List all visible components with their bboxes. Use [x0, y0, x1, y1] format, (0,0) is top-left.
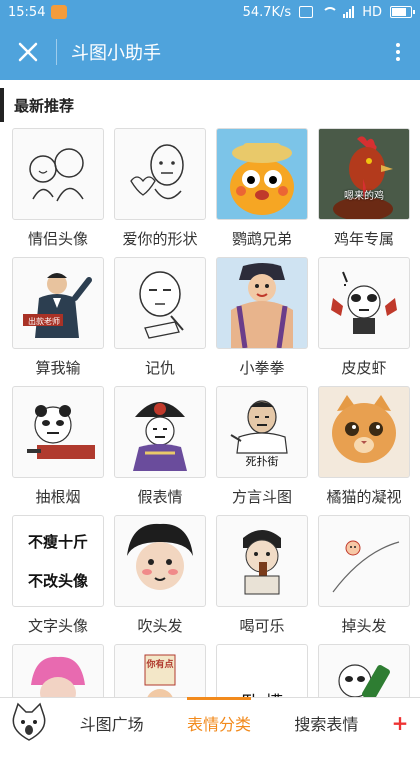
sticker-thumb-shrimp[interactable] [318, 257, 410, 349]
sticker-label: 记仇 [144, 359, 175, 377]
sticker-thumb-text-avatar[interactable]: 不瘦十斤 不改头像 [12, 515, 104, 607]
sticker-item[interactable]: 皮皮虾 [318, 257, 410, 386]
rooster-caption: 嗯来的鸡 [344, 191, 384, 202]
rooster-image-icon [319, 129, 409, 219]
sticker-item[interactable]: 吹头发 [114, 515, 206, 644]
sticker-label: 喝可乐 [239, 617, 285, 635]
hair-loss-drawing-icon [332, 540, 400, 593]
sticker-thumb-smoke[interactable] [12, 386, 104, 478]
section-accent-bar [0, 88, 4, 122]
sticker-item[interactable]: 爱你的形状 [114, 128, 206, 257]
sticker-thumb-couple[interactable] [12, 128, 104, 220]
signal-icon [343, 6, 355, 18]
sticker-label: 橘猫的凝视 [326, 488, 402, 506]
panda-shrimp-image-icon [331, 271, 397, 334]
title-divider [56, 39, 57, 65]
sticker-thumb-rooster[interactable]: 嗯来的鸡 [318, 128, 410, 220]
sticker-item[interactable]: 死扑街 方言斗图 [216, 386, 308, 515]
cola-image-icon [243, 530, 281, 595]
section-title: 最新推荐 [14, 96, 75, 115]
sticker-thumb-orange-cat[interactable] [318, 386, 410, 478]
sticker-label: 假表情 [137, 488, 183, 506]
app-bar: 斗图小助手 [0, 24, 420, 80]
status-bar: 15:54 54.7K/s HD [0, 0, 420, 24]
section-header: 最新推荐 [0, 88, 420, 122]
sticker-label: 皮皮虾 [341, 359, 387, 377]
sticker-item[interactable]: 记仇 [114, 257, 206, 386]
sticker-thumb-fake-face[interactable] [114, 386, 206, 478]
speaker-image-icon [23, 273, 92, 338]
close-button[interactable] [0, 24, 56, 80]
text-avatar-line-1: 不瘦十斤 [27, 533, 88, 551]
tab-search-sticker[interactable]: 搜索表情 [273, 698, 380, 748]
sticker-thumb-love-shape[interactable] [114, 128, 206, 220]
add-button[interactable]: + [380, 711, 420, 735]
alarm-icon [299, 6, 314, 18]
love-shape-drawing-icon [130, 144, 184, 200]
sticker-label: 爱你的形状 [122, 230, 198, 248]
fake-face-image-icon [133, 402, 187, 471]
sticker-thumb-i-lose[interactable]: 出款老师 [12, 257, 104, 349]
sticker-item[interactable]: 出款老师 算我输 [12, 257, 104, 386]
sticker-item[interactable]: 掉头发 [318, 515, 410, 644]
sticker-label: 小拳拳 [239, 359, 285, 377]
panda-smoke-image-icon [27, 405, 95, 459]
parrot-image-icon [230, 143, 294, 215]
sticker-label: 掉头发 [341, 617, 387, 635]
tab-sticker-category[interactable]: 表情分类 [165, 696, 272, 748]
sticker-thumb-blow-hair[interactable] [114, 515, 206, 607]
sticker-thumb-hair-loss[interactable] [318, 515, 410, 607]
more-dot-icon [396, 43, 400, 47]
sticker-item[interactable]: 喝可乐 [216, 515, 308, 644]
network-speed: 54.7K/s [242, 4, 292, 20]
status-time: 15:54 [8, 4, 46, 20]
cat-logo-icon [12, 702, 46, 741]
sticker-thumb-grudge[interactable] [114, 257, 206, 349]
sticker-thumb-parrot[interactable] [216, 128, 308, 220]
sticker-item[interactable]: 嗯来的鸡 鸡年专属 [318, 128, 410, 257]
grudge-drawing-icon [139, 271, 184, 339]
sticker-thumb-cola[interactable] [216, 515, 308, 607]
more-menu-button[interactable] [376, 24, 420, 80]
close-icon [18, 42, 38, 62]
sticker-item[interactable]: 抽根烟 [12, 386, 104, 515]
sticker-item[interactable]: 小拳拳 [216, 257, 308, 386]
app-title: 斗图小助手 [71, 43, 161, 64]
wifi-icon [321, 6, 339, 18]
sticker-grid: 情侣头像 爱你的形状 鹦鹉兄弟 嗯来的鸡 鸡年专属 出款老师 算我输 记仇 小拳… [12, 128, 410, 773]
sticker-item[interactable]: 鹦鹉兄弟 [216, 128, 308, 257]
app-logo[interactable] [0, 698, 58, 748]
sticker-item[interactable]: 橘猫的凝视 [318, 386, 410, 515]
network-type: HD [362, 4, 382, 20]
sticker-label: 文字头像 [27, 617, 88, 635]
muscle-man-image-icon [231, 263, 293, 348]
bottom-nav: 斗图广场 表情分类 搜索表情 + [0, 696, 420, 748]
sticker-item[interactable]: 不瘦十斤 不改头像 文字头像 [12, 515, 104, 644]
sticker-label: 吹头发 [137, 617, 183, 635]
sticker-label: 抽根烟 [35, 488, 81, 506]
sticker-thumb-little-fist[interactable] [216, 257, 308, 349]
sign-caption: 出款老师 [28, 317, 60, 326]
sticker-label: 方言斗图 [231, 488, 292, 506]
orange-cat-image-icon [332, 395, 396, 463]
partial-caption-1: 你有点 [146, 659, 174, 669]
sticker-thumb-dialect[interactable]: 死扑街 [216, 386, 308, 478]
tab-sticker-square[interactable]: 斗图广场 [58, 698, 165, 748]
couple-drawing-icon [29, 148, 84, 202]
battery-icon [390, 6, 415, 18]
blow-hair-image-icon [127, 523, 193, 590]
text-avatar-line-2: 不改头像 [27, 572, 88, 590]
sticker-label: 鹦鹉兄弟 [231, 230, 292, 248]
sticker-label: 算我输 [35, 359, 81, 377]
sticker-label: 鸡年专属 [333, 230, 394, 248]
sticker-item[interactable]: 假表情 [114, 386, 206, 515]
place-caption: 死扑街 [245, 456, 279, 468]
app-notification-icon [51, 5, 68, 19]
sticker-label: 情侣头像 [27, 230, 88, 248]
sticker-item[interactable]: 情侣头像 [12, 128, 104, 257]
